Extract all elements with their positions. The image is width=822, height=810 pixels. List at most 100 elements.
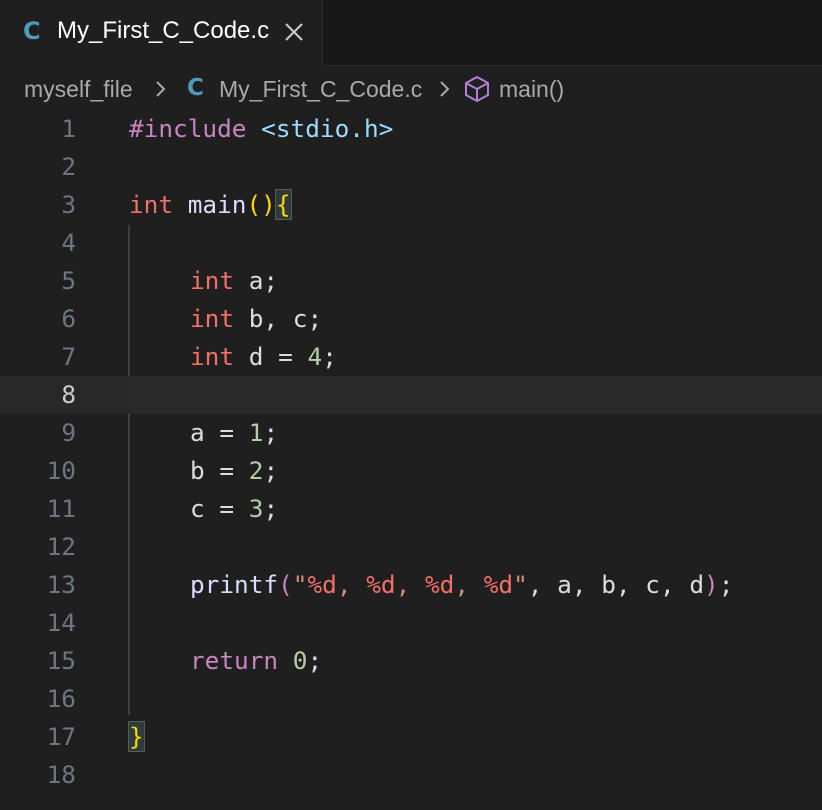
token-plain: c = [190, 494, 249, 523]
line-number: 14 [46, 608, 76, 637]
token-plain: ; [322, 342, 337, 371]
code-line[interactable]: 5 int a; [0, 262, 822, 300]
code-line[interactable]: 13 printf("%d, %d, %d, %d", a, b, c, d); [0, 566, 822, 604]
token-bracket-matched: { [274, 189, 292, 220]
token-type: int [129, 190, 174, 219]
cube-icon [465, 76, 489, 102]
code-text: int d = 4; [190, 338, 337, 376]
chevron-right-icon [156, 81, 166, 97]
token-preprocessor: #include [129, 114, 247, 143]
token-plain: ; [263, 494, 279, 523]
token-type: int [190, 342, 235, 371]
code-line[interactable]: 18 [0, 756, 822, 794]
token-plain: d = [234, 342, 308, 371]
code-text: c = 3; [190, 490, 278, 528]
token-string: " [292, 570, 308, 599]
token-format-specifier: %d [366, 570, 396, 599]
line-number: 12 [46, 532, 76, 561]
token-format-specifier: %d [424, 570, 455, 599]
close-icon[interactable] [283, 21, 305, 43]
breadcrumb-symbol[interactable]: main() [499, 76, 564, 103]
line-number: 13 [46, 570, 76, 599]
token-plain: b = [190, 456, 249, 485]
token-number: 2 [248, 456, 264, 485]
line-number: 8 [61, 380, 76, 409]
line-number: 1 [61, 114, 76, 143]
code-line[interactable]: 12 [0, 528, 822, 566]
token-plain: b, c; [234, 304, 323, 333]
code-text: a = 1; [190, 414, 278, 452]
tab-bar: C My_First_C_Code.c [0, 0, 822, 66]
line-number: 2 [61, 152, 76, 181]
editor-tab-active[interactable]: C My_First_C_Code.c [0, 0, 323, 66]
line-number: 9 [61, 418, 76, 447]
code-line[interactable]: 7 int d = 4; [0, 338, 822, 376]
code-line[interactable]: 2 [0, 148, 822, 186]
code-line[interactable]: 9 a = 1; [0, 414, 822, 452]
token-number: 1 [248, 418, 264, 447]
line-number: 18 [46, 760, 76, 789]
token-format-specifier: %d [483, 570, 514, 599]
code-text: int b, c; [190, 300, 322, 338]
token-number: 4 [307, 342, 323, 371]
token-string: , [395, 570, 425, 599]
token-function: main [173, 190, 247, 219]
code-line[interactable]: 16 [0, 680, 822, 718]
line-number: 4 [61, 228, 76, 257]
breadcrumb-folder[interactable]: myself_file [24, 76, 133, 103]
code-text: int a; [190, 262, 278, 300]
c-language-icon: C [23, 17, 41, 45]
token-plain: a = [190, 418, 249, 447]
token-bracket-matched: } [128, 721, 145, 752]
code-text: printf("%d, %d, %d, %d", a, b, c, d); [190, 566, 733, 604]
code-line[interactable]: 6 int b, c; [0, 300, 822, 338]
code-line[interactable]: 3 int main(){ [0, 186, 822, 224]
token-number: 0 [292, 646, 308, 675]
line-number: 16 [46, 684, 76, 713]
token-number: 3 [248, 494, 264, 523]
line-number: 7 [61, 342, 76, 371]
line-number: 6 [61, 304, 76, 333]
code-line[interactable]: 14 [0, 604, 822, 642]
token-keyword: return [190, 646, 279, 675]
line-number: 15 [46, 646, 76, 675]
breadcrumb-file[interactable]: My_First_C_Code.c [219, 76, 422, 103]
token-function: printf [190, 570, 279, 599]
token-type: int [190, 304, 235, 333]
line-number: 17 [46, 722, 76, 751]
code-line[interactable]: 11 c = 3; [0, 490, 822, 528]
token-bracket: () [246, 190, 276, 219]
code-line[interactable]: 10 b = 2; [0, 452, 822, 490]
code-line[interactable]: 17 } [0, 718, 822, 756]
token-plain: ; [263, 456, 279, 485]
breadcrumb: myself_file C My_First_C_Code.c main() [0, 66, 822, 112]
token-string: " [513, 570, 528, 599]
c-language-icon: C [187, 75, 204, 101]
token-plain: ; [263, 418, 279, 447]
code-editor[interactable]: 1 #include <stdio.h> 2 3 int main(){ 4 5… [0, 110, 822, 810]
line-number: 3 [61, 190, 76, 219]
token-plain: ; [307, 646, 323, 675]
token-plain: a; [234, 266, 279, 295]
code-line-current[interactable]: 8 [0, 376, 822, 414]
token-type: int [190, 266, 235, 295]
token-string: , [454, 570, 484, 599]
token-plain: ; [718, 570, 734, 599]
token-string: , [336, 570, 367, 599]
token-format-specifier: %d [307, 570, 337, 599]
token-plain: , a, b, c, d [527, 570, 705, 599]
line-number: 11 [46, 494, 76, 523]
code-text: int main(){ [129, 186, 292, 224]
code-text: return 0; [190, 642, 322, 680]
code-text: } [128, 718, 145, 756]
token-bracket: ( [278, 570, 293, 599]
code-line[interactable]: 15 return 0; [0, 642, 822, 680]
chevron-right-icon [440, 81, 450, 97]
current-line-highlight [128, 376, 822, 414]
line-number: 5 [61, 266, 76, 295]
tab-filename: My_First_C_Code.c [57, 17, 270, 44]
code-line[interactable]: 1 #include <stdio.h> [0, 110, 822, 148]
code-line[interactable]: 4 [0, 224, 822, 262]
line-number: 10 [46, 456, 76, 485]
